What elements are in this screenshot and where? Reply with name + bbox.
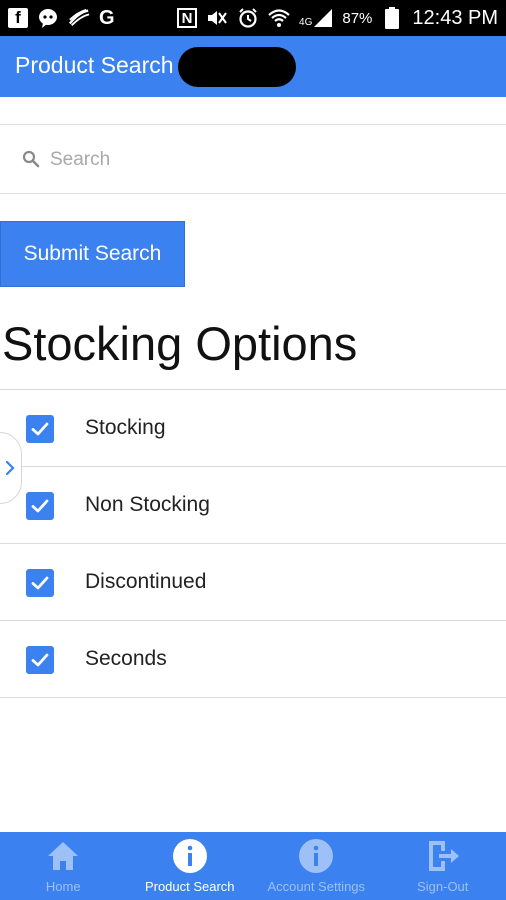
info-icon [298, 838, 334, 874]
status-bar-notifications: f G [8, 7, 115, 30]
battery-icon [381, 7, 403, 29]
chat-icon [37, 7, 59, 29]
checkbox-seconds[interactable] [26, 646, 54, 674]
checkmark-icon [31, 422, 49, 436]
checkbox-stocking[interactable] [26, 415, 54, 443]
nav-label: Product Search [144, 879, 235, 894]
option-stocking[interactable]: Stocking [0, 389, 506, 466]
search-icon [22, 150, 40, 168]
redacted-text [178, 47, 296, 87]
wifi-icon [268, 7, 290, 29]
nav-product-search[interactable]: Product Search [127, 832, 254, 900]
status-bar: f G N 4G 87% 12:43 PM [0, 0, 506, 36]
sprint-icon [68, 7, 90, 29]
page-title: Product Search [15, 52, 174, 78]
checkbox-non-stocking[interactable] [26, 492, 54, 520]
cell-signal-icon: 4G [299, 8, 333, 28]
checkmark-icon [31, 576, 49, 590]
nav-sign-out[interactable]: Sign-Out [380, 832, 506, 900]
info-icon [172, 838, 208, 874]
nav-home[interactable]: Home [0, 832, 127, 900]
stocking-options-list: Stocking Non Stocking Discontinued Secon… [0, 389, 506, 698]
stocking-options-heading: Stocking Options [2, 317, 358, 370]
chevron-right-icon [5, 460, 15, 476]
status-bar-system: N 4G 87% 12:43 PM [177, 7, 498, 30]
facebook-icon: f [8, 8, 28, 28]
option-non-stocking[interactable]: Non Stocking [0, 466, 506, 543]
status-time: 12:43 PM [412, 6, 498, 29]
mute-icon [206, 7, 228, 29]
search-bar [0, 124, 506, 194]
battery-percent: 87% [342, 9, 373, 27]
option-label: Discontinued [85, 570, 207, 593]
search-input[interactable] [48, 143, 482, 177]
nav-account-settings[interactable]: Account Settings [253, 832, 380, 900]
checkmark-icon [31, 653, 49, 667]
nfc-icon: N [177, 8, 198, 28]
submit-search-button[interactable]: Submit Search [0, 221, 185, 287]
option-seconds[interactable]: Seconds [0, 620, 506, 698]
nav-label: Home [45, 879, 81, 894]
nav-label: Sign-Out [417, 879, 469, 894]
sign-out-icon [425, 838, 461, 874]
option-discontinued[interactable]: Discontinued [0, 543, 506, 620]
home-icon [45, 838, 81, 874]
alarm-icon [237, 7, 259, 29]
checkbox-discontinued[interactable] [26, 569, 54, 597]
bottom-nav: Home Product Search Account Settings Sig… [0, 832, 506, 900]
google-icon: G [99, 6, 115, 29]
app-bar: Product Search [0, 36, 506, 97]
option-label: Stocking [85, 416, 166, 439]
checkmark-icon [31, 499, 49, 513]
option-label: Non Stocking [85, 493, 210, 516]
option-label: Seconds [85, 647, 167, 670]
side-drawer-toggle[interactable] [0, 432, 22, 504]
nav-label: Account Settings [267, 879, 366, 894]
network-type: 4G [299, 17, 313, 28]
